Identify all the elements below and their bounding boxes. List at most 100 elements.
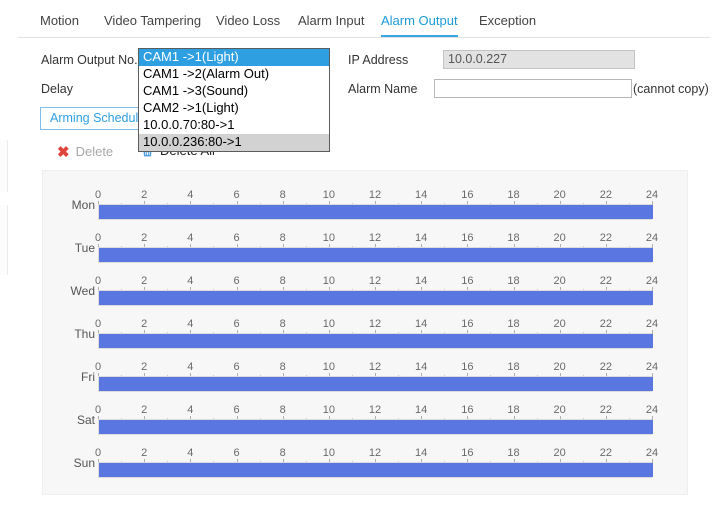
alarm-name-input[interactable] xyxy=(434,79,632,98)
schedule-day-row[interactable]: Mon 0 2 4 6 8 10 12 14 16 18 20 22 24 xyxy=(43,175,689,220)
schedule-bar-segment[interactable] xyxy=(99,248,653,262)
dropdown-option[interactable]: 10.0.0.70:80->1 xyxy=(139,117,329,134)
ruler-tick-label: 10 xyxy=(322,189,335,201)
ruler-tick-label: 12 xyxy=(368,447,382,459)
ruler-tick-label: 2 xyxy=(141,275,148,287)
ruler-tick-label: 2 xyxy=(141,361,148,373)
time-ruler: 0 2 4 6 8 10 12 14 16 18 20 22 24 xyxy=(95,189,658,206)
ruler-tick-label: 8 xyxy=(279,189,286,201)
ruler-tick-label: 8 xyxy=(279,275,286,287)
alarm-name-label: Alarm Name xyxy=(348,82,418,96)
ruler-tick-label: 4 xyxy=(187,318,194,330)
sidebar-edge-segment xyxy=(0,205,8,275)
ruler-tick-label: 18 xyxy=(507,275,520,287)
ruler-tick-label: 22 xyxy=(599,232,612,244)
arming-schedule-panel[interactable]: Mon 0 2 4 6 8 10 12 14 16 18 20 22 24 Tue 0 2 4 6 8 10 12 14 16… xyxy=(42,170,688,495)
schedule-bar-segment[interactable] xyxy=(99,291,653,305)
time-ruler: 0 2 4 6 8 10 12 14 16 18 20 22 24 xyxy=(95,361,658,378)
schedule-day-row[interactable]: Wed 0 2 4 6 8 10 12 14 16 18 20 22 24 xyxy=(43,261,689,306)
delay-label: Delay xyxy=(41,82,73,96)
ruler-tick-label: 6 xyxy=(233,447,240,459)
ruler-tick-label: 12 xyxy=(368,189,382,201)
ruler-tick-label: 14 xyxy=(415,189,428,201)
cannot-copy-note: (cannot copy) xyxy=(633,82,709,96)
ruler-tick-label: 16 xyxy=(461,361,474,373)
ruler-tick-label: 4 xyxy=(187,447,194,459)
event-tab-bar: Motion Video Tampering Video Loss Alarm Inp… xyxy=(18,8,710,38)
ruler-tick-label: 20 xyxy=(553,275,566,287)
schedule-bar-segment[interactable] xyxy=(99,205,653,219)
ruler-tick-label: 16 xyxy=(461,404,474,416)
schedule-bar-segment[interactable] xyxy=(99,377,653,391)
time-ruler: 0 2 4 6 8 10 12 14 16 18 20 22 24 xyxy=(95,275,658,292)
schedule-bar-segment[interactable] xyxy=(99,334,653,348)
ruler-tick-label: 22 xyxy=(599,447,612,459)
ruler-tick-label: 24 xyxy=(645,318,659,330)
ruler-tick-label: 24 xyxy=(645,232,659,244)
ruler-tick-label: 12 xyxy=(368,361,382,373)
day-label: Wed xyxy=(70,284,95,298)
ruler-tick-label: 22 xyxy=(599,361,612,373)
ruler-tick-label: 20 xyxy=(553,232,566,244)
tab-alarm-output[interactable]: Alarm Output xyxy=(381,8,458,37)
ruler-tick-label: 18 xyxy=(507,318,520,330)
alarm-output-no-dropdown-list[interactable]: CAM1 ->1(Light) CAM1 ->2(Alarm Out) CAM1 -… xyxy=(138,48,330,152)
ruler-tick-label: 12 xyxy=(368,232,382,244)
close-icon: ✖ xyxy=(57,144,70,161)
ruler-tick-label: 24 xyxy=(645,189,659,201)
schedule-bar-segment[interactable] xyxy=(99,463,653,477)
ruler-tick-label: 14 xyxy=(415,447,428,459)
ruler-tick-label: 0 xyxy=(94,447,102,459)
schedule-day-row[interactable]: Sat 0 2 4 6 8 10 12 14 16 18 20 22 24 xyxy=(43,390,689,435)
time-ruler: 0 2 4 6 8 10 12 14 16 18 20 22 24 xyxy=(94,447,658,464)
ruler-tick-label: 0 xyxy=(94,318,102,330)
dropdown-option[interactable]: CAM1 ->1(Light) xyxy=(139,49,329,66)
schedule-day-row[interactable]: Fri 0 2 4 6 8 10 12 14 16 18 20 22 24 xyxy=(43,347,689,392)
delete-button-label: Delete xyxy=(75,144,114,159)
ruler-tick-label: 22 xyxy=(599,318,612,330)
ruler-tick-label: 14 xyxy=(415,361,428,373)
ruler-tick-label: 20 xyxy=(553,361,566,373)
ruler-tick-label: 16 xyxy=(461,232,474,244)
ruler-tick-label: 2 xyxy=(141,404,148,416)
ruler-tick-label: 16 xyxy=(461,275,474,287)
ruler-tick-label: 18 xyxy=(507,404,520,416)
ruler-tick-label: 6 xyxy=(233,275,240,287)
tab-video-loss[interactable]: Video Loss xyxy=(216,8,280,37)
ruler-tick-label: 10 xyxy=(322,404,335,416)
day-label: Sun xyxy=(73,456,95,470)
ruler-tick-label: 18 xyxy=(507,447,520,459)
alarm-output-no-label: Alarm Output No. xyxy=(41,53,138,67)
dropdown-option[interactable]: CAM2 ->1(Light) xyxy=(139,100,329,117)
schedule-day-row[interactable]: Sun 0 2 4 6 8 10 12 14 16 18 20 22 24 xyxy=(43,433,689,478)
ruler-tick-label: 14 xyxy=(415,318,428,330)
tab-alarm-input[interactable]: Alarm Input xyxy=(298,8,364,37)
time-ruler: 0 2 4 6 8 10 12 14 16 18 20 22 24 xyxy=(95,404,658,421)
ruler-tick-label: 4 xyxy=(187,189,194,201)
dropdown-option[interactable]: 10.0.0.236:80->1 xyxy=(139,134,329,151)
ruler-tick-label: 4 xyxy=(187,275,194,287)
schedule-bar-track[interactable] xyxy=(98,462,653,478)
day-label: Thu xyxy=(74,327,95,341)
day-label: Sat xyxy=(76,413,95,427)
ruler-tick-label: 10 xyxy=(322,275,335,287)
ruler-tick-label: 24 xyxy=(645,275,659,287)
ruler-tick-label: 4 xyxy=(187,404,194,416)
ruler-tick-label: 22 xyxy=(599,189,612,201)
schedule-bar-segment[interactable] xyxy=(99,420,653,434)
day-label: Mon xyxy=(71,198,95,212)
ruler-tick-label: 10 xyxy=(322,232,335,244)
ruler-tick-label: 12 xyxy=(368,275,382,287)
dropdown-option[interactable]: CAM1 ->2(Alarm Out) xyxy=(139,66,329,83)
time-ruler: 0 2 4 6 8 10 12 14 16 18 20 22 24 xyxy=(94,318,658,335)
ruler-tick-label: 2 xyxy=(141,318,148,330)
ruler-tick-label: 20 xyxy=(553,447,566,459)
tab-video-tampering[interactable]: Video Tampering xyxy=(104,8,201,37)
ruler-tick-label: 10 xyxy=(322,318,335,330)
ruler-tick-label: 14 xyxy=(415,275,428,287)
schedule-day-row[interactable]: Tue 0 2 4 6 8 10 12 14 16 18 20 22 24 xyxy=(43,218,689,263)
dropdown-option[interactable]: CAM1 ->3(Sound) xyxy=(139,83,329,100)
schedule-day-row[interactable]: Thu 0 2 4 6 8 10 12 14 16 18 20 22 24 xyxy=(43,304,689,349)
tab-exception[interactable]: Exception xyxy=(479,8,536,37)
tab-motion[interactable]: Motion xyxy=(40,8,79,37)
